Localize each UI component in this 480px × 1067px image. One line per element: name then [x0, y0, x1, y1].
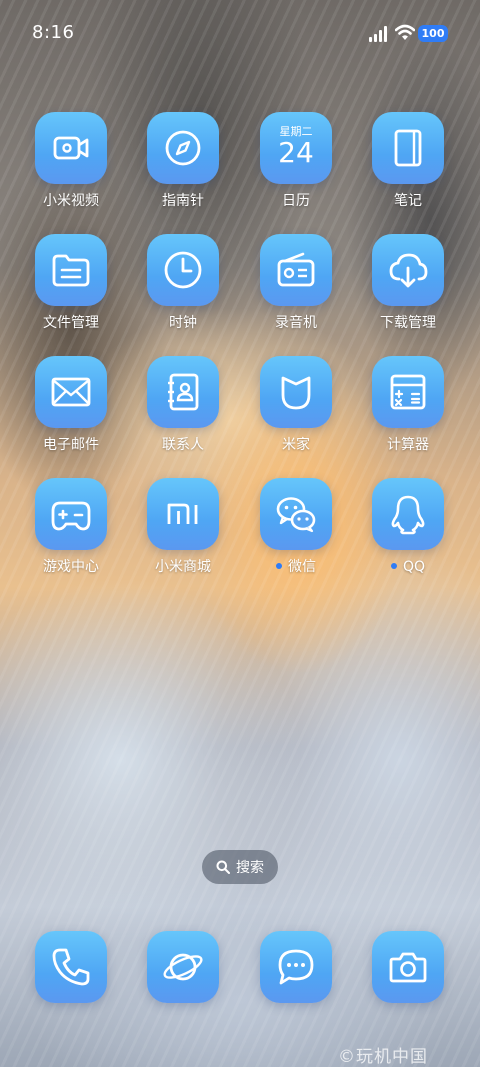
radio-recorder-icon — [260, 234, 332, 306]
app-file-manager[interactable]: 文件管理 — [16, 234, 126, 344]
app-email[interactable]: 电子邮件 — [16, 356, 126, 466]
search-button[interactable]: 搜索 — [202, 850, 278, 884]
calendar-icon: 星期二 24 — [260, 112, 332, 184]
app-label: 笔记 — [394, 193, 422, 209]
app-calculator[interactable]: 计算器 — [353, 356, 463, 466]
search-label: 搜索 — [236, 860, 264, 876]
cloud-download-icon — [372, 234, 444, 306]
app-label: 计算器 — [387, 437, 429, 453]
app-clock[interactable]: 时钟 — [128, 234, 238, 344]
notification-dot — [276, 563, 282, 569]
folder-icon — [35, 234, 107, 306]
envelope-icon — [35, 356, 107, 428]
app-calendar[interactable]: 星期二 24 日历 — [241, 112, 351, 222]
app-download-manager[interactable]: 下载管理 — [353, 234, 463, 344]
app-mijia[interactable]: 米家 — [241, 356, 351, 466]
clock-icon — [147, 234, 219, 306]
app-label: 时钟 — [169, 315, 197, 331]
app-label: QQ — [353, 558, 463, 576]
wifi-icon — [395, 24, 415, 40]
dock-camera[interactable] — [353, 931, 463, 1003]
mijia-icon — [260, 356, 332, 428]
app-recorder[interactable]: 录音机 — [241, 234, 351, 344]
dock-messages[interactable] — [241, 931, 351, 1003]
battery-badge: 100 — [418, 25, 448, 42]
notebook-icon — [372, 112, 444, 184]
compass-icon — [147, 112, 219, 184]
mi-logo-icon — [147, 478, 219, 550]
dock-phone[interactable] — [16, 931, 126, 1003]
calendar-date: 24 — [278, 136, 314, 169]
search-icon — [216, 860, 230, 874]
camera-icon — [372, 931, 444, 1003]
app-label: 小米视频 — [43, 193, 99, 209]
app-label-text: QQ — [402, 559, 426, 575]
qq-penguin-icon — [372, 478, 444, 550]
app-label: 下载管理 — [380, 315, 436, 331]
app-label: 指南针 — [162, 193, 204, 209]
app-contacts[interactable]: 联系人 — [128, 356, 238, 466]
watermark-text: ©玩机中国 — [338, 1047, 428, 1067]
app-label: 录音机 — [275, 315, 317, 331]
calculator-icon — [372, 356, 444, 428]
app-compass[interactable]: 指南针 — [128, 112, 238, 222]
app-mi-store[interactable]: 小米商城 — [128, 478, 238, 588]
app-label: 日历 — [282, 193, 310, 209]
app-label: 联系人 — [162, 437, 204, 453]
video-camera-icon — [35, 112, 107, 184]
app-mi-video[interactable]: 小米视频 — [16, 112, 126, 222]
app-label: 文件管理 — [43, 315, 99, 331]
app-label: 电子邮件 — [43, 437, 99, 453]
cellular-signal-icon — [369, 26, 389, 42]
status-bar: 8:16 100 — [0, 0, 480, 66]
app-notes[interactable]: 笔记 — [353, 112, 463, 222]
contacts-book-icon — [147, 356, 219, 428]
app-wechat[interactable]: 微信 — [241, 478, 351, 588]
app-label: 小米商城 — [155, 559, 211, 575]
app-label: 微信 — [241, 558, 351, 576]
app-label-text: 微信 — [288, 559, 316, 575]
app-qq[interactable]: QQ — [353, 478, 463, 588]
app-label: 米家 — [282, 437, 310, 453]
notification-dot — [390, 563, 397, 569]
wechat-icon — [260, 478, 332, 550]
app-game-center[interactable]: 游戏中心 — [16, 478, 126, 588]
gamepad-icon — [35, 478, 107, 550]
planet-browser-icon — [147, 931, 219, 1003]
phone-icon — [35, 931, 107, 1003]
dock-browser[interactable] — [128, 931, 238, 1003]
message-bubble-icon — [260, 931, 332, 1003]
app-label: 游戏中心 — [43, 559, 99, 575]
status-clock: 8:16 — [32, 22, 75, 43]
